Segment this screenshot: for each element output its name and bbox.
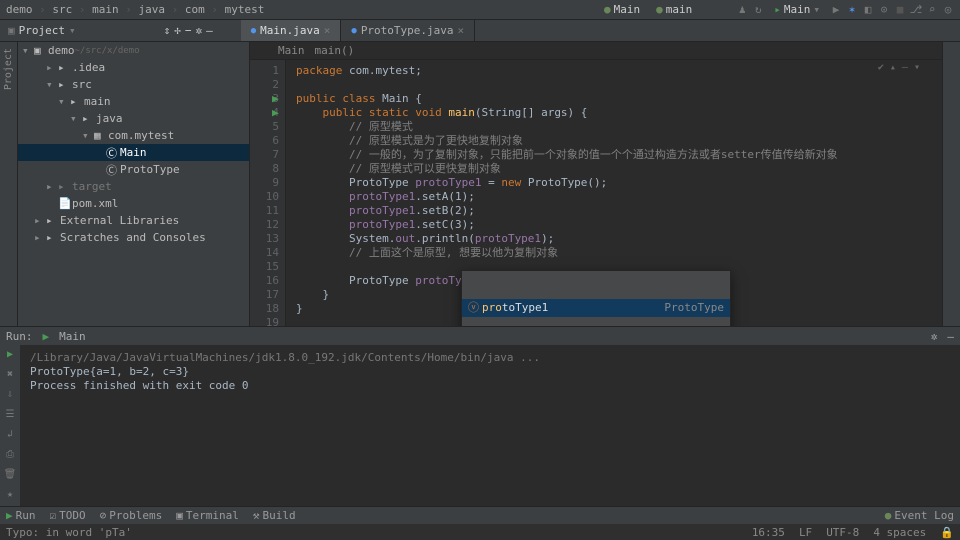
close-icon[interactable]: ×	[458, 24, 465, 37]
editor-tab[interactable]: ●ProtoType.java×	[341, 20, 475, 41]
left-tool-stripe: Project	[0, 42, 18, 326]
user-icon[interactable]: ♟	[736, 4, 748, 16]
coverage-icon[interactable]: ◧	[862, 4, 874, 16]
tree-item[interactable]: 📄pom.xml	[18, 195, 249, 212]
right-tool-stripe	[942, 42, 960, 326]
editor-pane: Main main() ✔ ▴ — ▾ 12▶3▶456789101112131…	[250, 42, 942, 326]
run-settings-icon[interactable]: ✲	[931, 330, 938, 343]
expand-icon[interactable]: ✢	[174, 24, 181, 37]
tree-item[interactable]: ▸▸External Libraries	[18, 212, 249, 229]
settings-icon[interactable]: ◎	[942, 4, 954, 16]
stop-run-icon[interactable]: ✖	[7, 369, 13, 383]
lock-icon[interactable]: 🔒	[940, 526, 954, 539]
rerun-icon[interactable]: ▶	[7, 349, 13, 363]
project-view-selector[interactable]: ▣Project▾ ⇕ ✢ − ✲ —	[0, 24, 221, 37]
event-log-button[interactable]: ● Event Log	[885, 509, 954, 522]
bottom-tool-stripe: ▶Run ☑ TODO ⊘ Problems ▣ Terminal ⚒ Buil…	[0, 506, 960, 524]
status-bar: Typo: in word 'pTa' 16:35 LF UTF-8 4 spa…	[0, 524, 960, 540]
header-tab-main[interactable]: ●Main	[598, 3, 646, 16]
run-icon[interactable]: ▶	[830, 4, 842, 16]
hide-icon[interactable]: −	[185, 24, 192, 37]
tree-item[interactable]: ▾▦com.mytest	[18, 127, 249, 144]
run-config-icon: ▶	[43, 330, 50, 343]
search-icon[interactable]: ⌕	[926, 4, 938, 16]
problems-tool-button[interactable]: ⊘ Problems	[100, 509, 163, 522]
help-icon[interactable]: ★	[7, 489, 13, 503]
project-tree[interactable]: ▾▣demo ~/src/x/demo▸▸.idea▾▸src▾▸main▾▸j…	[18, 42, 250, 326]
run-config-name[interactable]: Main	[59, 330, 86, 343]
editor-gutter[interactable]: 12▶3▶45678910111213141516171819	[250, 60, 286, 326]
todo-tool-button[interactable]: ☑ TODO	[50, 509, 86, 522]
completion-popup[interactable]: ⓥ protoType1 ProtoType Press ^. to choos…	[461, 270, 731, 326]
project-tool-button[interactable]: Project	[3, 42, 14, 96]
build-tool-button[interactable]: ⚒ Build	[253, 509, 296, 522]
print-icon[interactable]: ⎙	[6, 449, 14, 463]
tree-item[interactable]: ▸▸Scratches and Consoles	[18, 229, 249, 246]
run-gutter: ▶ ✖ ⇩ ☰ ↲ ⎙ 🗑 ★	[0, 345, 20, 506]
tree-item[interactable]: ⒸMain	[18, 144, 249, 161]
tool-row: ▣Project▾ ⇕ ✢ − ✲ — ●Main.java×●ProtoTyp…	[0, 20, 960, 42]
run-config-selector[interactable]: ▸Main ▾	[768, 3, 826, 16]
tree-item[interactable]: ▾▸java	[18, 110, 249, 127]
status-message: Typo: in word 'pTa'	[6, 526, 132, 539]
navigation-bar: demo › src › main › java › com › mytest …	[0, 0, 960, 20]
filter-icon[interactable]: ☰	[6, 409, 15, 423]
tree-item[interactable]: ▸▸.idea	[18, 59, 249, 76]
close-icon[interactable]: ×	[324, 24, 331, 37]
tree-item[interactable]: ▸▸target	[18, 178, 249, 195]
git-icon[interactable]: ⎇	[910, 4, 922, 16]
run-output[interactable]: /Library/Java/JavaVirtualMachines/jdk1.8…	[20, 345, 960, 506]
file-encoding[interactable]: UTF-8	[826, 526, 859, 539]
trash-icon[interactable]: 🗑	[4, 469, 17, 483]
terminal-tool-button[interactable]: ▣ Terminal	[176, 509, 239, 522]
header-tab-main-fn[interactable]: ●main	[650, 3, 698, 16]
editor-tabs: ●Main.java×●ProtoType.java×	[241, 20, 475, 41]
run-tool-window: Run: ▶ Main ✲ — ▶ ✖ ⇩ ☰ ↲ ⎙ 🗑 ★ /Library…	[0, 326, 960, 506]
tree-item[interactable]: ▾▸src	[18, 76, 249, 93]
gear-icon[interactable]: ✲	[195, 24, 202, 37]
run-tool-button[interactable]: ▶Run	[6, 509, 36, 522]
tree-root[interactable]: ▾▣demo ~/src/x/demo	[18, 42, 249, 59]
editor-breadcrumbs[interactable]: Main main()	[250, 42, 942, 60]
profiler-icon[interactable]: ⊙	[878, 4, 890, 16]
breadcrumb[interactable]: demo › src › main › java › com › mytest	[6, 3, 264, 16]
editor-tab[interactable]: ●Main.java×	[241, 20, 342, 41]
sync-icon[interactable]: ↻	[752, 4, 764, 16]
line-separator[interactable]: LF	[799, 526, 812, 539]
run-tab-label: Run:	[6, 330, 33, 343]
indent-info[interactable]: 4 spaces	[873, 526, 926, 539]
run-hide-icon[interactable]: —	[947, 330, 954, 343]
caret-position[interactable]: 16:35	[752, 526, 785, 539]
stop-icon[interactable]: ■	[894, 4, 906, 16]
collapse-icon[interactable]: ⇕	[164, 24, 171, 37]
minimize-icon[interactable]: —	[206, 24, 213, 37]
variable-icon: ⓥ	[468, 301, 482, 315]
tree-item[interactable]: ⒸProtoType	[18, 161, 249, 178]
tree-item[interactable]: ▾▸main	[18, 93, 249, 110]
pin-icon[interactable]: ⇩	[7, 389, 13, 403]
soft-wrap-icon[interactable]: ↲	[7, 429, 13, 443]
completion-item[interactable]: ⓥ protoType1 ProtoType	[462, 299, 730, 317]
debug-icon[interactable]: ✶	[846, 4, 858, 16]
editor[interactable]: package com.mytest;public class Main { p…	[286, 60, 942, 326]
